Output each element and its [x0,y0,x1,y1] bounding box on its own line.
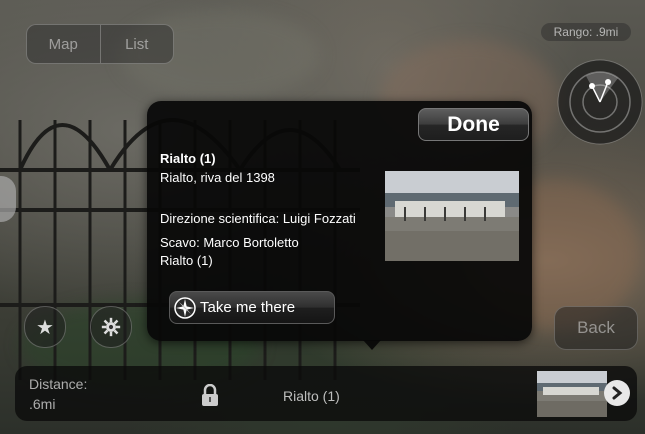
distance-label: Distance: [29,376,88,392]
poi-subtitle: Rialto, riva del 1398 [160,170,275,185]
favorite-button[interactable]: ★ [24,306,66,348]
lock-icon[interactable] [201,384,219,406]
distance-value: .6mi [29,396,56,412]
back-button[interactable]: Back [554,306,638,350]
poi-name: Rialto (1) [160,253,213,268]
range-label: Rango: .9mi [541,23,631,41]
star-icon: ★ [36,316,54,339]
list-tab[interactable]: List [99,25,174,63]
map-tab[interactable]: Map [27,25,100,63]
poi-photo [385,171,519,261]
gear-icon [101,317,121,337]
take-me-there-label: Take me there [200,299,296,316]
done-button[interactable]: Done [418,108,529,141]
compass-icon [174,296,196,319]
view-toggle: Map List [26,24,174,64]
bottom-poi-thumbnail [537,371,607,417]
settings-button[interactable] [90,306,132,348]
radar-icon[interactable] [556,58,644,146]
chevron-right-icon [612,386,623,400]
bottom-poi-title: Rialto (1) [283,388,340,404]
poi-detail-popup: Done Rialto (1) Rialto, riva del 1398 Di… [147,101,532,341]
poi-title: Rialto (1) [160,151,216,166]
popup-pointer [363,340,381,350]
bottom-info-bar[interactable]: Distance: .6mi Rialto (1) [15,366,637,421]
side-drawer-handle[interactable] [0,176,16,222]
poi-direction: Direzione scientifica: Luigi Fozzati [160,211,356,226]
take-me-there-button[interactable]: Take me there [169,291,335,324]
next-button[interactable] [604,380,630,406]
poi-excavation: Scavo: Marco Bortoletto [160,235,299,250]
